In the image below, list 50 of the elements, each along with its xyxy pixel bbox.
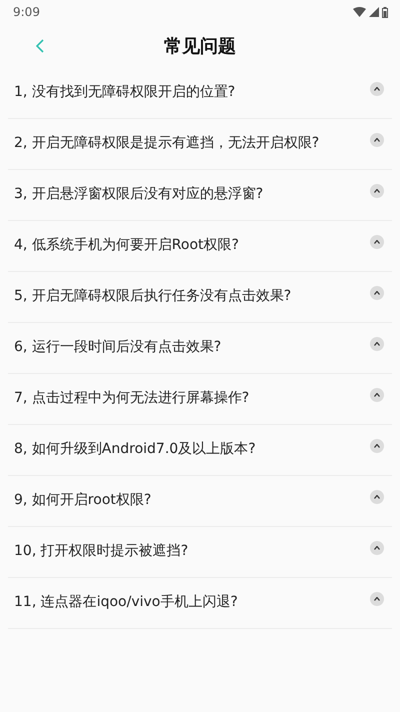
caret-icon [374, 240, 380, 244]
question-text: 11, 连点器在iqoo/vivo手机上闪退? [14, 593, 238, 611]
expand-toggle[interactable] [370, 490, 384, 504]
question-text: 7, 点击过程中为何无法进行屏幕操作? [14, 389, 250, 407]
caret-icon [374, 444, 380, 448]
expand-toggle[interactable] [370, 133, 384, 147]
faq-item[interactable]: 7, 点击过程中为何无法进行屏幕操作? [8, 374, 392, 425]
caret-icon [374, 393, 380, 397]
faq-item[interactable]: 2, 开启无障碍权限是提示有遮挡，无法开启权限? [8, 119, 392, 170]
caret-icon [374, 87, 380, 91]
caret-icon [374, 138, 380, 142]
status-time: 9:09 [13, 5, 40, 19]
faq-item[interactable]: 3, 开启悬浮窗权限后没有对应的悬浮窗? [8, 170, 392, 221]
caret-icon [374, 291, 380, 295]
expand-toggle[interactable] [370, 235, 384, 249]
signal-icon [369, 7, 379, 17]
faq-item[interactable]: 8, 如何升级到Android7.0及以上版本? [8, 425, 392, 476]
question-text: 10, 打开权限时提示被遮挡? [14, 542, 188, 560]
question-text: 2, 开启无障碍权限是提示有遮挡，无法开启权限? [14, 134, 320, 152]
faq-item[interactable]: 6, 运行一段时间后没有点击效果? [8, 323, 392, 374]
expand-toggle[interactable] [370, 592, 384, 606]
caret-icon [374, 342, 380, 346]
question-text: 6, 运行一段时间后没有点击效果? [14, 338, 222, 356]
caret-icon [374, 597, 380, 601]
faq-item[interactable]: 10, 打开权限时提示被遮挡? [8, 527, 392, 578]
expand-toggle[interactable] [370, 184, 384, 198]
page-title: 常见问题 [164, 35, 236, 58]
question-text: 3, 开启悬浮窗权限后没有对应的悬浮窗? [14, 185, 264, 203]
question-text: 5, 开启无障碍权限后执行任务没有点击效果? [14, 287, 292, 305]
battery-icon [382, 6, 388, 18]
caret-icon [374, 546, 380, 550]
faq-item[interactable]: 11, 连点器在iqoo/vivo手机上闪退? [8, 578, 392, 629]
faq-item[interactable]: 4, 低系统手机为何要开启Root权限? [8, 221, 392, 272]
expand-toggle[interactable] [370, 439, 384, 453]
wifi-icon [353, 7, 366, 17]
expand-toggle[interactable] [370, 337, 384, 351]
question-text: 9, 如何开启root权限? [14, 491, 152, 509]
faq-item[interactable]: 5, 开启无障碍权限后执行任务没有点击效果? [8, 272, 392, 323]
expand-toggle[interactable] [370, 82, 384, 96]
expand-toggle[interactable] [370, 286, 384, 300]
expand-toggle[interactable] [370, 541, 384, 555]
faq-item[interactable]: 9, 如何开启root权限? [8, 476, 392, 527]
question-text: 4, 低系统手机为何要开启Root权限? [14, 236, 239, 254]
faq-item[interactable]: 1, 没有找到无障碍权限开启的位置? [8, 68, 392, 119]
question-text: 8, 如何升级到Android7.0及以上版本? [14, 440, 256, 458]
caret-icon [374, 189, 380, 193]
expand-toggle[interactable] [370, 388, 384, 402]
caret-icon [374, 495, 380, 499]
question-text: 1, 没有找到无障碍权限开启的位置? [14, 83, 236, 101]
chevron-left-icon [36, 39, 44, 53]
